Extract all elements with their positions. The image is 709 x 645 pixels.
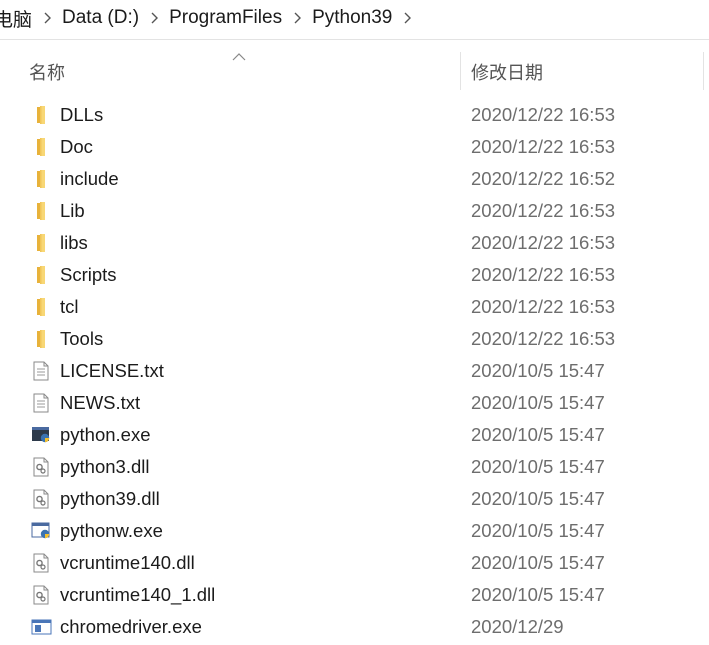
file-row[interactable]: NEWS.txt 2020/10/5 15:47 [0, 387, 709, 419]
file-row[interactable]: vcruntime140_1.dll 2020/10/5 15:47 [0, 579, 709, 611]
file-row[interactable]: libs 2020/12/22 16:53 [0, 227, 709, 259]
dll-file-icon [31, 457, 51, 477]
file-date-modified: 2020/10/5 15:47 [471, 424, 605, 445]
text-file-icon [31, 361, 51, 381]
file-date-modified: 2020/10/5 15:47 [471, 552, 605, 573]
dll-file-icon [31, 489, 51, 509]
file-row[interactable]: DLLs 2020/12/22 16:53 [0, 99, 709, 131]
file-name: libs [60, 232, 88, 253]
watermark-overlay [579, 616, 635, 640]
sort-ascending-icon [232, 48, 246, 66]
file-date-modified: 2020/12/22 16:53 [471, 104, 616, 125]
file-date-modified: 2020/10/5 15:47 [471, 520, 605, 541]
folder-icon [31, 265, 51, 285]
file-date-modified: 2020/12/22 16:53 [471, 200, 616, 221]
chevron-right-icon[interactable] [398, 12, 416, 24]
breadcrumb-item-programfiles[interactable]: ProgramFiles [163, 7, 288, 29]
dll-file-icon [31, 553, 51, 573]
file-name: include [60, 168, 119, 189]
file-date-modified: 2020/10/5 15:47 [471, 488, 605, 509]
dll-file-icon [31, 585, 51, 605]
file-date-modified: 2020/10/5 15:47 [471, 584, 605, 605]
column-divider[interactable] [460, 52, 461, 90]
file-date-modified: 2020/10/5 15:47 [471, 456, 605, 477]
folder-icon [31, 137, 51, 157]
file-row[interactable]: Tools 2020/12/22 16:53 [0, 323, 709, 355]
file-date-modified: 2020/12/22 16:53 [471, 264, 616, 285]
file-row[interactable]: Doc 2020/12/22 16:53 [0, 131, 709, 163]
column-divider[interactable] [703, 52, 704, 90]
file-name: vcruntime140.dll [60, 552, 195, 573]
file-date-modified: 2020/12/22 16:53 [471, 136, 616, 157]
folder-icon [31, 233, 51, 253]
file-row[interactable]: tcl 2020/12/22 16:53 [0, 291, 709, 323]
file-name: vcruntime140_1.dll [60, 584, 216, 605]
file-name: pythonw.exe [60, 520, 163, 541]
file-name: Scripts [60, 264, 117, 285]
file-date-modified: 2020/12/22 16:52 [471, 168, 616, 189]
folder-icon [31, 169, 51, 189]
file-row[interactable]: include 2020/12/22 16:52 [0, 163, 709, 195]
folder-icon [31, 329, 51, 349]
app-exe-icon [31, 617, 52, 637]
pythonw-exe-icon [31, 521, 51, 541]
file-list: DLLs 2020/12/22 16:53 Doc 2020/12/22 16:53 i… [0, 99, 709, 643]
column-header-name[interactable]: 名称 [29, 59, 65, 85]
file-row[interactable]: vcruntime140.dll 2020/10/5 15:47 [0, 547, 709, 579]
file-name: python.exe [60, 424, 151, 445]
file-name: Tools [60, 328, 104, 349]
divider [0, 39, 709, 40]
file-row[interactable]: Lib 2020/12/22 16:53 [0, 195, 709, 227]
file-date-modified: 2020/12/29 [471, 616, 564, 637]
file-name: Doc [60, 136, 93, 157]
file-name: Lib [60, 200, 85, 221]
chevron-right-icon[interactable] [145, 12, 163, 24]
chevron-right-icon[interactable] [288, 12, 306, 24]
folder-icon [31, 297, 51, 317]
file-row[interactable]: Scripts 2020/12/22 16:53 [0, 259, 709, 291]
python-exe-icon [31, 425, 51, 445]
file-name: python39.dll [60, 488, 160, 509]
folder-icon [31, 201, 51, 221]
file-name: chromedriver.exe [60, 616, 202, 637]
file-name: NEWS.txt [60, 392, 141, 413]
column-header-date-modified[interactable]: 修改日期 [471, 59, 543, 85]
file-date-modified: 2020/10/5 15:47 [471, 360, 605, 381]
file-date-modified: 2020/12/22 16:53 [471, 232, 616, 253]
file-row[interactable]: python3.dll 2020/10/5 15:47 [0, 451, 709, 483]
file-row[interactable]: LICENSE.txt 2020/10/5 15:47 [0, 355, 709, 387]
file-row[interactable]: pythonw.exe 2020/10/5 15:47 [0, 515, 709, 547]
file-name: tcl [60, 296, 79, 317]
file-date-modified: 2020/12/22 16:53 [471, 328, 616, 349]
file-name: LICENSE.txt [60, 360, 164, 381]
breadcrumb-item-data-drive[interactable]: Data (D:) [56, 7, 145, 29]
file-date-modified: 2020/12/22 16:53 [471, 296, 616, 317]
file-date-modified: 2020/10/5 15:47 [471, 392, 605, 413]
file-name: python3.dll [60, 456, 150, 477]
file-row[interactable]: python39.dll 2020/10/5 15:47 [0, 483, 709, 515]
file-name: DLLs [60, 104, 104, 125]
file-row[interactable]: python.exe 2020/10/5 15:47 [0, 419, 709, 451]
chevron-right-icon[interactable] [38, 12, 56, 24]
text-file-icon [31, 393, 51, 413]
column-header-row: 名称 修改日期 [0, 48, 709, 92]
folder-icon [31, 105, 51, 125]
breadcrumb-item-this-pc[interactable]: 电脑 [0, 5, 38, 32]
breadcrumb: 电脑 Data (D:) ProgramFiles Python39 [0, 0, 709, 36]
breadcrumb-item-python39[interactable]: Python39 [306, 7, 398, 29]
